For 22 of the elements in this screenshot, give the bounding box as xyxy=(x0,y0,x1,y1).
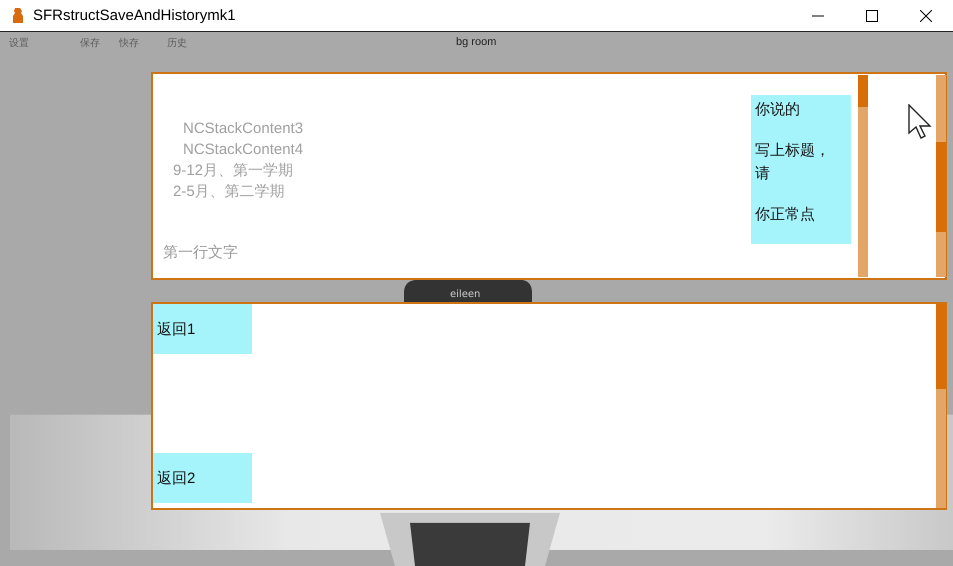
text-line: NCStackContent3 xyxy=(183,119,304,139)
cursor-icon xyxy=(908,104,932,140)
window-title: SFRstructSaveAndHistorymk1 xyxy=(33,7,236,24)
text-line: NCStackContent4 xyxy=(183,140,304,160)
text-line: 第一行文字 xyxy=(163,243,238,262)
text-bubble: 你说的 写上标题，请 你正常点 xyxy=(751,95,851,244)
text-line: 2-5月、第二学期 xyxy=(173,182,285,202)
scrollbar[interactable] xyxy=(936,75,946,277)
menu-item[interactable]: 保存 xyxy=(80,36,100,50)
speaker-name: eileen xyxy=(450,289,480,300)
menu-item[interactable]: 历史 xyxy=(167,36,187,50)
back-button[interactable]: 返回1 xyxy=(153,304,252,354)
close-icon xyxy=(920,10,932,22)
scrollbar[interactable] xyxy=(936,304,946,508)
app-icon xyxy=(11,6,25,24)
menu-item[interactable]: 设置 xyxy=(9,36,29,50)
maximize-icon xyxy=(866,10,878,22)
menu-item[interactable]: 快存 xyxy=(119,36,139,50)
back-button[interactable]: 返回2 xyxy=(153,453,252,503)
scene-label: bg room xyxy=(456,36,496,48)
scrollbar[interactable] xyxy=(858,75,868,277)
text-line: 9-12月、第一学期 xyxy=(173,161,294,181)
